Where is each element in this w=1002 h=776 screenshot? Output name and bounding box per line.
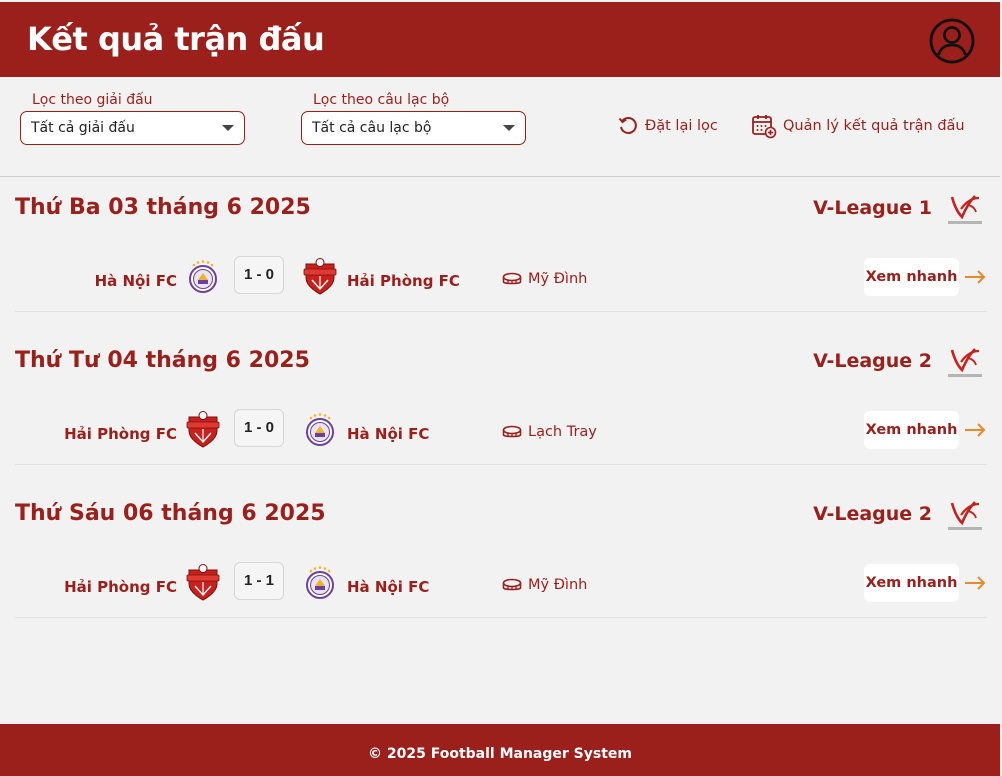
- league-name: V-League 2: [813, 503, 932, 525]
- vleague-logo-icon: [948, 195, 982, 224]
- reset-filter-label: Đặt lại lọc: [645, 118, 718, 134]
- home-team-name: Hải Phòng FC: [64, 425, 177, 443]
- club-select-value: Tất cả câu lạc bộ: [312, 120, 432, 136]
- home-team-name: Hà Nội FC: [94, 272, 177, 290]
- match-score: 1 - 1: [234, 562, 284, 600]
- haiphong-fc-crest-icon: [185, 409, 221, 449]
- club-select[interactable]: Tất cả câu lạc bộ: [301, 111, 526, 145]
- footer: © 2025 Football Manager System: [0, 724, 1000, 776]
- footer-text: © 2025 Football Manager System: [368, 746, 632, 762]
- match-day-block: Thứ Tư 04 tháng 6 2025 V-League 2 Hải Ph…: [15, 330, 987, 483]
- match-row[interactable]: Hải Phòng FC 1 - 0 Hà Nội FC Lạch Tray X…: [15, 409, 987, 465]
- chevron-down-icon: [222, 125, 234, 131]
- hanoi-fc-crest-icon: [302, 562, 338, 602]
- reset-filter-button[interactable]: Đặt lại lọc: [617, 115, 718, 137]
- venue-name: Mỹ Đình: [528, 271, 588, 287]
- league-name: V-League 1: [813, 197, 932, 219]
- league-filter: Lọc theo giải đấu Tất cả giải đấu: [20, 92, 245, 145]
- away-team-name: Hà Nội FC: [347, 578, 430, 596]
- vleague-logo-icon: [948, 501, 982, 530]
- arrow-right-icon[interactable]: [963, 418, 987, 442]
- hanoi-fc-crest-icon: [185, 256, 221, 296]
- match-row[interactable]: Hải Phòng FC 1 - 1 Hà Nội FC Mỹ Đình Xem…: [15, 562, 987, 618]
- league-filter-label: Lọc theo giải đấu: [32, 92, 153, 108]
- match-row[interactable]: Hà Nội FC 1 - 0 Hải Phòng FC Mỹ Đình Xem…: [15, 256, 987, 312]
- arrow-right-icon[interactable]: [963, 265, 987, 289]
- match-day-title: Thứ Tư 04 tháng 6 2025: [15, 348, 310, 373]
- match-score: 1 - 0: [234, 409, 284, 447]
- app-header: Kết quả trận đấu: [0, 2, 1000, 77]
- league-select[interactable]: Tất cả giải đấu: [20, 111, 245, 145]
- match-day-title: Thứ Ba 03 tháng 6 2025: [15, 195, 311, 220]
- away-team-name: Hà Nội FC: [347, 425, 430, 443]
- venue-name: Lạch Tray: [528, 424, 597, 440]
- home-team-name: Hải Phòng FC: [64, 578, 177, 596]
- filter-bar: Lọc theo giải đấu Tất cả giải đấu Lọc th…: [0, 77, 1000, 177]
- manage-results-button[interactable]: Quản lý kết quả trận đấu: [751, 113, 965, 139]
- reset-icon: [618, 117, 637, 134]
- stadium-icon: [502, 578, 522, 591]
- club-filter: Lọc theo câu lạc bộ Tất cả câu lạc bộ: [301, 92, 526, 145]
- venue: Mỹ Đình: [502, 577, 587, 593]
- manage-results-label: Quản lý kết quả trận đấu: [783, 118, 965, 134]
- venue: Mỹ Đình: [502, 271, 587, 287]
- club-filter-label: Lọc theo câu lạc bộ: [313, 92, 450, 108]
- match-day-block: Thứ Ba 03 tháng 6 2025 V-League 1 Hà Nội…: [15, 177, 987, 330]
- page-title: Kết quả trận đấu: [27, 20, 325, 58]
- venue: Lạch Tray: [502, 424, 597, 440]
- calendar-add-icon: [752, 115, 777, 139]
- stadium-icon: [502, 272, 522, 285]
- away-team-name: Hải Phòng FC: [347, 272, 460, 290]
- league-select-value: Tất cả giải đấu: [31, 120, 135, 136]
- stadium-icon: [502, 425, 522, 438]
- vleague-logo-icon: [948, 348, 982, 377]
- chevron-down-icon: [503, 125, 515, 131]
- quick-view-button[interactable]: Xem nhanh: [864, 564, 959, 602]
- match-day-block: Thứ Sáu 06 tháng 6 2025 V-League 2 Hải P…: [15, 483, 987, 636]
- match-day-title: Thứ Sáu 06 tháng 6 2025: [15, 501, 326, 526]
- haiphong-fc-crest-icon: [302, 256, 338, 296]
- quick-view-button[interactable]: Xem nhanh: [864, 258, 959, 296]
- user-circle-icon[interactable]: [929, 18, 975, 64]
- league-name: V-League 2: [813, 350, 932, 372]
- haiphong-fc-crest-icon: [185, 562, 221, 602]
- hanoi-fc-crest-icon: [302, 409, 338, 449]
- quick-view-button[interactable]: Xem nhanh: [864, 411, 959, 449]
- match-score: 1 - 0: [234, 256, 284, 294]
- arrow-right-icon[interactable]: [963, 571, 987, 595]
- venue-name: Mỹ Đình: [528, 577, 588, 593]
